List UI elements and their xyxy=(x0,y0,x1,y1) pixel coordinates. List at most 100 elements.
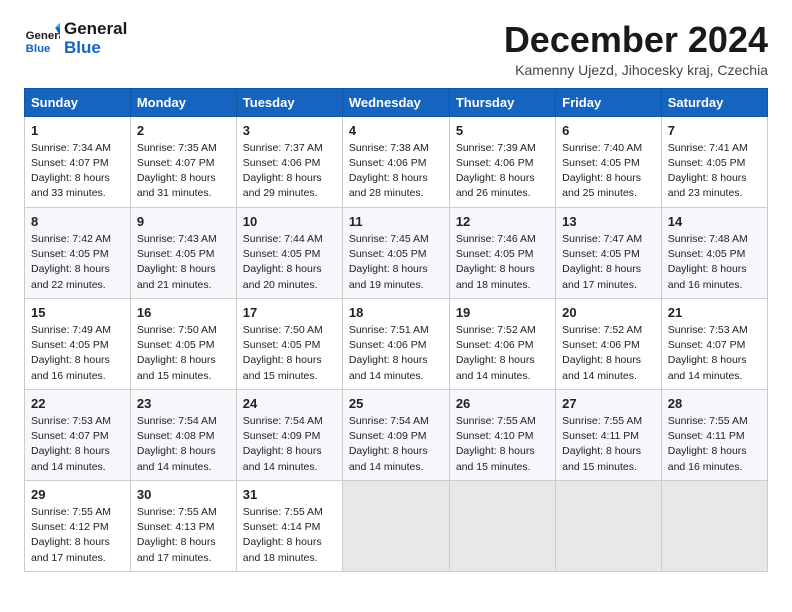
day-number: 24 xyxy=(243,395,336,413)
day-detail: Sunrise: 7:55 AMSunset: 4:12 PMDaylight:… xyxy=(31,505,124,566)
calendar-week-row: 15Sunrise: 7:49 AMSunset: 4:05 PMDayligh… xyxy=(25,298,768,389)
calendar-cell: 20Sunrise: 7:52 AMSunset: 4:06 PMDayligh… xyxy=(556,298,662,389)
day-number: 26 xyxy=(456,395,549,413)
weekday-header-sunday: Sunday xyxy=(25,88,131,116)
day-number: 19 xyxy=(456,304,549,322)
calendar-cell: 9Sunrise: 7:43 AMSunset: 4:05 PMDaylight… xyxy=(130,207,236,298)
day-detail: Sunrise: 7:52 AMSunset: 4:06 PMDaylight:… xyxy=(562,323,655,384)
day-number: 16 xyxy=(137,304,230,322)
day-number: 31 xyxy=(243,486,336,504)
day-number: 5 xyxy=(456,122,549,140)
day-detail: Sunrise: 7:54 AMSunset: 4:08 PMDaylight:… xyxy=(137,414,230,475)
calendar-cell xyxy=(556,480,662,571)
day-detail: Sunrise: 7:55 AMSunset: 4:14 PMDaylight:… xyxy=(243,505,336,566)
calendar-cell: 21Sunrise: 7:53 AMSunset: 4:07 PMDayligh… xyxy=(661,298,767,389)
calendar-cell: 3Sunrise: 7:37 AMSunset: 4:06 PMDaylight… xyxy=(236,116,342,207)
day-number: 6 xyxy=(562,122,655,140)
calendar-cell: 5Sunrise: 7:39 AMSunset: 4:06 PMDaylight… xyxy=(449,116,555,207)
svg-text:Blue: Blue xyxy=(26,43,51,55)
calendar-week-row: 22Sunrise: 7:53 AMSunset: 4:07 PMDayligh… xyxy=(25,389,768,480)
weekday-header-saturday: Saturday xyxy=(661,88,767,116)
calendar-week-row: 8Sunrise: 7:42 AMSunset: 4:05 PMDaylight… xyxy=(25,207,768,298)
calendar-cell: 24Sunrise: 7:54 AMSunset: 4:09 PMDayligh… xyxy=(236,389,342,480)
day-detail: Sunrise: 7:54 AMSunset: 4:09 PMDaylight:… xyxy=(243,414,336,475)
day-number: 11 xyxy=(349,213,443,231)
day-number: 17 xyxy=(243,304,336,322)
calendar-cell: 12Sunrise: 7:46 AMSunset: 4:05 PMDayligh… xyxy=(449,207,555,298)
weekday-header-thursday: Thursday xyxy=(449,88,555,116)
day-detail: Sunrise: 7:46 AMSunset: 4:05 PMDaylight:… xyxy=(456,232,549,293)
day-number: 20 xyxy=(562,304,655,322)
calendar-cell xyxy=(661,480,767,571)
day-detail: Sunrise: 7:53 AMSunset: 4:07 PMDaylight:… xyxy=(31,414,124,475)
month-title: December 2024 xyxy=(504,20,768,60)
calendar-cell: 4Sunrise: 7:38 AMSunset: 4:06 PMDaylight… xyxy=(342,116,449,207)
day-number: 12 xyxy=(456,213,549,231)
day-detail: Sunrise: 7:50 AMSunset: 4:05 PMDaylight:… xyxy=(243,323,336,384)
logo: General Blue General Blue xyxy=(24,20,127,57)
day-detail: Sunrise: 7:54 AMSunset: 4:09 PMDaylight:… xyxy=(349,414,443,475)
calendar-cell: 13Sunrise: 7:47 AMSunset: 4:05 PMDayligh… xyxy=(556,207,662,298)
calendar-week-row: 1Sunrise: 7:34 AMSunset: 4:07 PMDaylight… xyxy=(25,116,768,207)
day-detail: Sunrise: 7:49 AMSunset: 4:05 PMDaylight:… xyxy=(31,323,124,384)
calendar-cell: 19Sunrise: 7:52 AMSunset: 4:06 PMDayligh… xyxy=(449,298,555,389)
day-detail: Sunrise: 7:43 AMSunset: 4:05 PMDaylight:… xyxy=(137,232,230,293)
calendar-cell: 29Sunrise: 7:55 AMSunset: 4:12 PMDayligh… xyxy=(25,480,131,571)
day-detail: Sunrise: 7:37 AMSunset: 4:06 PMDaylight:… xyxy=(243,141,336,202)
calendar-cell xyxy=(449,480,555,571)
calendar-cell: 23Sunrise: 7:54 AMSunset: 4:08 PMDayligh… xyxy=(130,389,236,480)
day-detail: Sunrise: 7:55 AMSunset: 4:10 PMDaylight:… xyxy=(456,414,549,475)
day-number: 28 xyxy=(668,395,761,413)
day-number: 7 xyxy=(668,122,761,140)
day-detail: Sunrise: 7:52 AMSunset: 4:06 PMDaylight:… xyxy=(456,323,549,384)
calendar-cell: 25Sunrise: 7:54 AMSunset: 4:09 PMDayligh… xyxy=(342,389,449,480)
logo-line1: General xyxy=(64,20,127,39)
day-detail: Sunrise: 7:44 AMSunset: 4:05 PMDaylight:… xyxy=(243,232,336,293)
calendar-cell: 1Sunrise: 7:34 AMSunset: 4:07 PMDaylight… xyxy=(25,116,131,207)
day-number: 3 xyxy=(243,122,336,140)
day-number: 30 xyxy=(137,486,230,504)
logo-line2: Blue xyxy=(64,39,127,58)
day-number: 23 xyxy=(137,395,230,413)
calendar-cell: 15Sunrise: 7:49 AMSunset: 4:05 PMDayligh… xyxy=(25,298,131,389)
calendar-table: SundayMondayTuesdayWednesdayThursdayFrid… xyxy=(24,88,768,572)
day-number: 25 xyxy=(349,395,443,413)
day-number: 27 xyxy=(562,395,655,413)
calendar-cell: 26Sunrise: 7:55 AMSunset: 4:10 PMDayligh… xyxy=(449,389,555,480)
calendar-cell: 17Sunrise: 7:50 AMSunset: 4:05 PMDayligh… xyxy=(236,298,342,389)
day-number: 2 xyxy=(137,122,230,140)
day-detail: Sunrise: 7:42 AMSunset: 4:05 PMDaylight:… xyxy=(31,232,124,293)
calendar-cell: 22Sunrise: 7:53 AMSunset: 4:07 PMDayligh… xyxy=(25,389,131,480)
calendar-week-row: 29Sunrise: 7:55 AMSunset: 4:12 PMDayligh… xyxy=(25,480,768,571)
title-block: December 2024 Kamenny Ujezd, Jihocesky k… xyxy=(504,20,768,78)
calendar-cell xyxy=(342,480,449,571)
calendar-cell: 30Sunrise: 7:55 AMSunset: 4:13 PMDayligh… xyxy=(130,480,236,571)
day-number: 14 xyxy=(668,213,761,231)
calendar-cell: 11Sunrise: 7:45 AMSunset: 4:05 PMDayligh… xyxy=(342,207,449,298)
day-number: 21 xyxy=(668,304,761,322)
weekday-header-tuesday: Tuesday xyxy=(236,88,342,116)
page-header: General Blue General Blue December 2024 … xyxy=(24,20,768,78)
day-number: 22 xyxy=(31,395,124,413)
day-detail: Sunrise: 7:55 AMSunset: 4:13 PMDaylight:… xyxy=(137,505,230,566)
day-number: 18 xyxy=(349,304,443,322)
weekday-header-wednesday: Wednesday xyxy=(342,88,449,116)
day-number: 4 xyxy=(349,122,443,140)
day-detail: Sunrise: 7:38 AMSunset: 4:06 PMDaylight:… xyxy=(349,141,443,202)
calendar-cell: 14Sunrise: 7:48 AMSunset: 4:05 PMDayligh… xyxy=(661,207,767,298)
day-detail: Sunrise: 7:53 AMSunset: 4:07 PMDaylight:… xyxy=(668,323,761,384)
calendar-cell: 8Sunrise: 7:42 AMSunset: 4:05 PMDaylight… xyxy=(25,207,131,298)
weekday-header-monday: Monday xyxy=(130,88,236,116)
day-number: 15 xyxy=(31,304,124,322)
day-detail: Sunrise: 7:51 AMSunset: 4:06 PMDaylight:… xyxy=(349,323,443,384)
calendar-cell: 2Sunrise: 7:35 AMSunset: 4:07 PMDaylight… xyxy=(130,116,236,207)
calendar-cell: 10Sunrise: 7:44 AMSunset: 4:05 PMDayligh… xyxy=(236,207,342,298)
calendar-cell: 28Sunrise: 7:55 AMSunset: 4:11 PMDayligh… xyxy=(661,389,767,480)
calendar-cell: 7Sunrise: 7:41 AMSunset: 4:05 PMDaylight… xyxy=(661,116,767,207)
calendar-cell: 6Sunrise: 7:40 AMSunset: 4:05 PMDaylight… xyxy=(556,116,662,207)
day-detail: Sunrise: 7:45 AMSunset: 4:05 PMDaylight:… xyxy=(349,232,443,293)
calendar-cell: 16Sunrise: 7:50 AMSunset: 4:05 PMDayligh… xyxy=(130,298,236,389)
day-detail: Sunrise: 7:34 AMSunset: 4:07 PMDaylight:… xyxy=(31,141,124,202)
day-detail: Sunrise: 7:48 AMSunset: 4:05 PMDaylight:… xyxy=(668,232,761,293)
day-number: 8 xyxy=(31,213,124,231)
